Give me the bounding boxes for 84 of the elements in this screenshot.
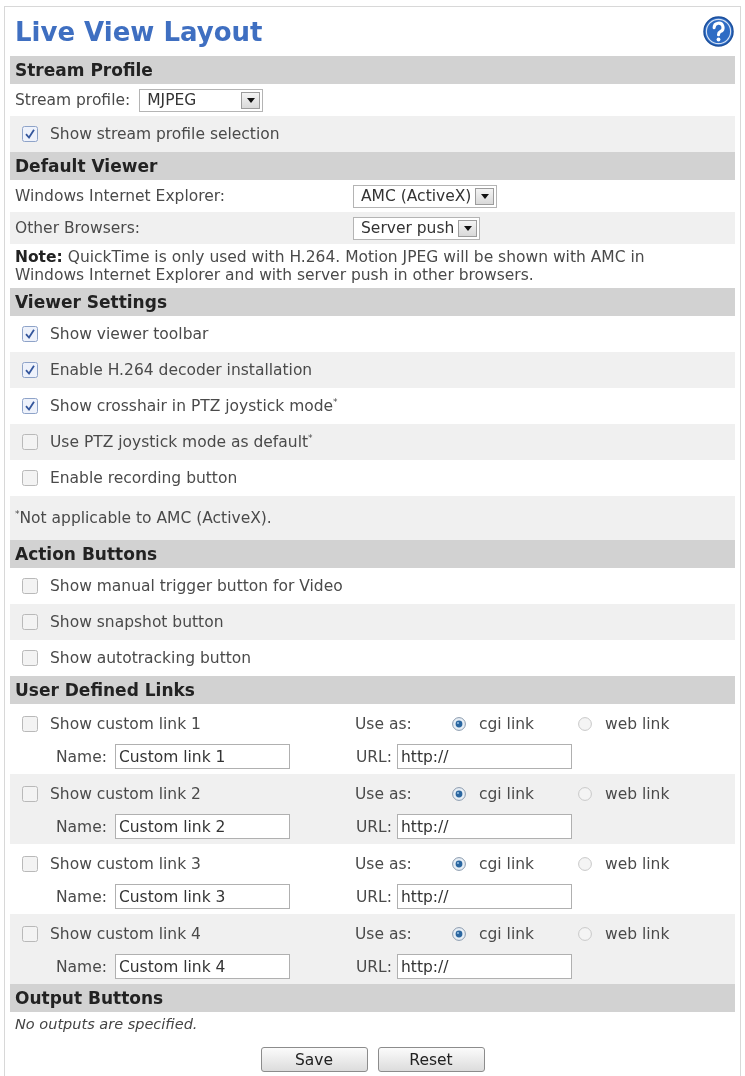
field-label: Stream profile: bbox=[15, 91, 131, 109]
checkbox-label: Use PTZ joystick mode as default$^{*}$ bbox=[50, 433, 313, 451]
checkbox[interactable] bbox=[22, 470, 38, 486]
checkbox-label: Show viewer toolbar bbox=[50, 325, 209, 343]
checkbox[interactable] bbox=[22, 926, 38, 942]
checkbox-label: Show custom link 2 bbox=[50, 785, 201, 803]
radio-label: cgi link bbox=[479, 925, 534, 943]
field-label: Name: bbox=[56, 817, 107, 836]
checkbox-label: Show manual trigger button for Video bbox=[50, 577, 343, 595]
section-header: Viewer Settings bbox=[10, 288, 735, 316]
radio-button[interactable] bbox=[578, 857, 592, 871]
field-label: Name: bbox=[56, 957, 107, 976]
radio-button[interactable] bbox=[578, 927, 592, 941]
field-label: Windows Internet Explorer: bbox=[15, 187, 227, 205]
name-field[interactable]: Custom link 4 bbox=[114, 954, 290, 979]
checkbox-label: Enable recording button bbox=[50, 469, 238, 487]
field-label: URL: bbox=[356, 957, 392, 976]
checkbox[interactable] bbox=[22, 650, 38, 666]
field-label: URL: bbox=[356, 887, 392, 906]
radio-label: web link bbox=[605, 715, 670, 733]
name-field[interactable]: Custom link 1 bbox=[114, 744, 290, 769]
dropdown[interactable]: Server push bbox=[353, 216, 481, 240]
name-field[interactable]: Custom link 2 bbox=[114, 814, 290, 839]
field-label: URL: bbox=[356, 817, 392, 836]
radio-button[interactable] bbox=[452, 927, 466, 941]
radio-button[interactable] bbox=[452, 787, 466, 801]
caret-icon bbox=[241, 91, 261, 109]
checkbox[interactable] bbox=[22, 856, 38, 872]
radio-label: web link bbox=[605, 925, 670, 943]
section-header: Action Buttons bbox=[10, 540, 735, 568]
caret-icon bbox=[458, 219, 478, 237]
radio-button[interactable] bbox=[452, 717, 466, 731]
dropdown[interactable]: MJPEG bbox=[139, 88, 264, 112]
url-field[interactable]: http:// bbox=[397, 884, 572, 909]
section-header: User Defined Links bbox=[10, 676, 735, 704]
radio-label: web link bbox=[605, 785, 670, 803]
section-header: Default Viewer bbox=[10, 152, 735, 180]
checkbox[interactable] bbox=[22, 398, 38, 414]
checkbox[interactable] bbox=[22, 434, 38, 450]
form-button[interactable]: Save bbox=[260, 1047, 368, 1072]
help-icon[interactable] bbox=[703, 16, 734, 47]
url-field[interactable]: http:// bbox=[397, 814, 572, 839]
field-label: Name: bbox=[56, 887, 107, 906]
section-header: Stream Profile bbox=[10, 56, 735, 84]
field-label: Name: bbox=[56, 747, 107, 766]
checkbox-label: Show stream profile selection bbox=[50, 125, 280, 143]
dropdown[interactable]: AMC (ActiveX) bbox=[353, 184, 498, 208]
page-title: Live View Layout bbox=[15, 16, 263, 47]
checkbox-label: Show custom link 3 bbox=[50, 855, 201, 873]
radio-label: cgi link bbox=[479, 785, 534, 803]
radio-button[interactable] bbox=[578, 717, 592, 731]
radio-button[interactable] bbox=[452, 857, 466, 871]
section-header: Output Buttons bbox=[10, 984, 735, 1012]
checkbox-label: Show custom link 4 bbox=[50, 925, 201, 943]
name-field[interactable]: Custom link 3 bbox=[114, 884, 290, 909]
field-label: Use as: bbox=[355, 855, 413, 873]
url-field[interactable]: http:// bbox=[397, 744, 572, 769]
checkbox[interactable] bbox=[22, 362, 38, 378]
checkbox[interactable] bbox=[22, 786, 38, 802]
checkbox[interactable] bbox=[22, 716, 38, 732]
url-field[interactable]: http:// bbox=[397, 954, 572, 979]
info-text: No outputs are specified. bbox=[15, 1016, 198, 1032]
checkbox-label: Show crosshair in PTZ joystick mode$^{*}$ bbox=[50, 397, 338, 415]
note-text: Note: QuickTime is only used with H.264. Motion JPEG will be shown with AMC in Windows Internet Explorer and with server push in other browsers. bbox=[15, 248, 646, 284]
checkbox-label: Show autotracking button bbox=[50, 649, 252, 667]
radio-label: web link bbox=[605, 855, 670, 873]
field-label: Other Browsers: bbox=[15, 219, 142, 237]
checkbox[interactable] bbox=[22, 126, 38, 142]
radio-label: cgi link bbox=[479, 715, 534, 733]
checkbox-label: Show custom link 1 bbox=[50, 715, 201, 733]
note-text: $^{*}$Not applicable to AMC (ActiveX). bbox=[15, 509, 273, 527]
field-label: Use as: bbox=[355, 785, 413, 803]
field-label: URL: bbox=[356, 747, 392, 766]
field-label: Use as: bbox=[355, 715, 413, 733]
radio-button[interactable] bbox=[578, 787, 592, 801]
form-button[interactable]: Reset bbox=[377, 1047, 485, 1072]
radio-label: cgi link bbox=[479, 855, 534, 873]
caret-icon bbox=[475, 187, 495, 205]
checkbox-label: Enable H.264 decoder installation bbox=[50, 361, 313, 379]
checkbox-label: Show snapshot button bbox=[50, 613, 224, 631]
checkbox[interactable] bbox=[22, 614, 38, 630]
checkbox[interactable] bbox=[22, 578, 38, 594]
checkbox[interactable] bbox=[22, 326, 38, 342]
field-label: Use as: bbox=[355, 925, 413, 943]
